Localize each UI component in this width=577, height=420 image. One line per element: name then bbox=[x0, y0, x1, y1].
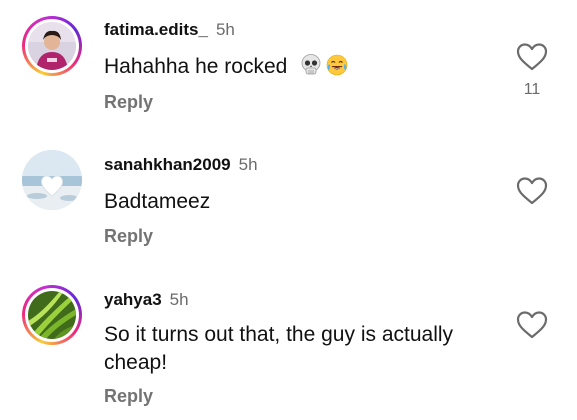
like-button[interactable] bbox=[516, 42, 548, 72]
reply-button[interactable]: Reply bbox=[104, 386, 153, 407]
comment-time: 5h bbox=[238, 155, 258, 174]
tears-of-joy-emoji bbox=[325, 53, 349, 85]
comment-time: 5h bbox=[215, 20, 235, 39]
comment-text: So it turns out that, the guy is actuall… bbox=[104, 323, 454, 374]
comment-username[interactable]: sanahkhan2009 5h bbox=[104, 155, 258, 175]
heart-icon bbox=[516, 177, 548, 205]
heart-icon bbox=[516, 43, 548, 71]
avatar-photo bbox=[28, 291, 76, 339]
avatar-photo bbox=[22, 150, 82, 210]
comment-text: Badtameez bbox=[104, 190, 211, 213]
comment-text-row: Badtameez bbox=[104, 188, 504, 216]
username-text[interactable]: yahya3 bbox=[104, 290, 162, 309]
avatar-image bbox=[28, 291, 76, 339]
avatar-image bbox=[28, 22, 76, 70]
comment-item: sanahkhan2009 5h Badtameez Reply bbox=[0, 135, 577, 265]
like-button[interactable] bbox=[516, 176, 548, 206]
comment-text-row: Hahahha he rocked bbox=[104, 53, 504, 85]
reply-button[interactable]: Reply bbox=[104, 226, 153, 247]
avatar-photo bbox=[28, 22, 76, 70]
like-button[interactable] bbox=[516, 310, 548, 340]
comment-text: Hahahha he rocked bbox=[104, 55, 288, 78]
comment-text-row: So it turns out that, the guy is actuall… bbox=[104, 321, 484, 377]
comment-username[interactable]: yahya3 5h bbox=[104, 290, 189, 310]
skull-emoji bbox=[299, 53, 323, 85]
comment-item: fatima.edits_ 5h Hahahha he rocked Reply… bbox=[0, 0, 577, 130]
comment-item: yahya3 5h So it turns out that, the guy i… bbox=[0, 270, 577, 420]
like-count: 11 bbox=[523, 81, 541, 98]
comment-username[interactable]: fatima.edits_ 5h bbox=[104, 20, 235, 40]
comment-time: 5h bbox=[169, 290, 189, 309]
avatar-ring-gap bbox=[25, 288, 79, 342]
avatar-ring-gap bbox=[25, 19, 79, 73]
heart-icon bbox=[516, 311, 548, 339]
username-text[interactable]: sanahkhan2009 bbox=[104, 155, 231, 174]
reply-button[interactable]: Reply bbox=[104, 92, 153, 113]
avatar[interactable] bbox=[22, 285, 82, 345]
avatar[interactable] bbox=[22, 150, 82, 210]
username-text[interactable]: fatima.edits_ bbox=[104, 20, 208, 39]
avatar[interactable] bbox=[22, 16, 82, 76]
